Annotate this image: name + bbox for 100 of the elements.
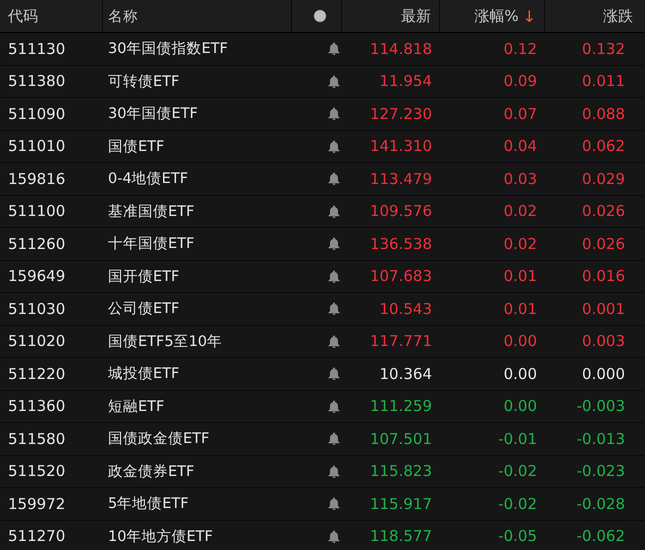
table-cell-text: 政金债券ETF: [107, 462, 196, 481]
table-cell-text: 国债政金债ETF: [107, 430, 210, 448]
table-cell-text: 113.479: [368, 170, 433, 188]
bell-icon[interactable]: [328, 172, 340, 186]
table-cell-text: 5年地债ETF: [107, 495, 190, 514]
table-row[interactable]: 511090 30年国债ETF 127.230 0.07 0.088: [0, 98, 645, 130]
table-row[interactable]: 511020 国债ETF5至10年 117.771 0.00 0.003: [0, 326, 645, 358]
table-cell-text: 107.501: [368, 430, 433, 448]
table-row[interactable]: 511580 国债政金债ETF 107.501 -0.01 -0.013: [0, 423, 645, 456]
table-cell-text: 511580: [7, 430, 66, 448]
table-cell-text: 511090: [7, 104, 66, 123]
bell-icon[interactable]: [328, 204, 340, 218]
table-cell-text: -0.02: [497, 494, 538, 513]
table-row[interactable]: 511130 30年国债指数ETF 114.818 0.12 0.132: [0, 33, 645, 66]
table-cell-text: 0.04: [502, 137, 538, 156]
bell-icon[interactable]: [328, 140, 340, 153]
table-row[interactable]: 159649 国开债ETF 107.683 0.01 0.016: [0, 260, 645, 293]
table-row[interactable]: 159816 0-4地债ETF 113.479 0.03 0.029: [0, 163, 645, 196]
table-cell-text: -0.02: [497, 462, 538, 480]
table-row[interactable]: 159972 5年地债ETF 115.917 -0.02 -0.028: [0, 488, 645, 520]
table-cell-text: -0.013: [576, 430, 626, 448]
table-cell-text: -0.01: [497, 430, 538, 448]
table-cell-text: 0.12: [502, 40, 538, 58]
table-row[interactable]: 511270 10年地方债ETF 118.577 -0.05 -0.062: [0, 520, 645, 550]
table-cell-text: 公司债ETF: [107, 300, 180, 318]
table-cell-text: 159816: [7, 170, 66, 188]
table-row[interactable]: 511220 城投债ETF 10.364 0.00 0.000: [0, 358, 645, 390]
table-cell-text: 30年国债指数ETF: [107, 40, 229, 58]
table-cell-text: 141.310: [368, 137, 433, 156]
table-cell-text: 111.259: [368, 397, 433, 416]
table-cell-text: 国债ETF5至10年: [107, 332, 224, 351]
table-cell-text: -0.062: [576, 527, 626, 546]
table-cell-text: 0.00: [502, 364, 538, 383]
table-cell-text: 511130: [7, 40, 66, 58]
bell-icon[interactable]: [328, 237, 340, 250]
bell-icon[interactable]: [328, 74, 340, 88]
table-cell-text: -0.023: [576, 462, 626, 480]
table-cell-text: 159649: [7, 267, 66, 286]
table-row[interactable]: 511380 可转债ETF 11.954 0.09 0.011: [0, 66, 645, 98]
sort-arrow-icon: ↓: [522, 6, 536, 26]
table-cell-text: -0.003: [576, 397, 626, 416]
table-row[interactable]: 511030 公司债ETF 10.543 0.01 0.001: [0, 293, 645, 326]
table-cell-text: 11.954: [378, 72, 433, 90]
table-cell-text: 0.09: [502, 72, 538, 90]
bell-icon[interactable]: [328, 432, 340, 446]
table-cell-text: 127.230: [368, 104, 433, 123]
table-cell-text: 159972: [7, 494, 66, 513]
bell-icon[interactable]: [328, 367, 340, 380]
column-header[interactable]: 最新: [342, 0, 440, 32]
table-cell-text: 107.683: [368, 267, 433, 286]
column-header[interactable]: 涨幅% ↓: [440, 0, 545, 32]
table-cell-text: 118.577: [368, 527, 433, 546]
table-cell-text: 0.088: [581, 104, 626, 123]
table-cell-text: 0.01: [502, 267, 538, 286]
table-cell-text: 511100: [7, 202, 66, 220]
column-header[interactable]: 涨跌: [545, 0, 645, 32]
table-cell-text: 109.576: [368, 202, 433, 220]
table-cell-text: 0.062: [581, 137, 626, 156]
table-cell-text: 0.132: [581, 40, 626, 58]
bell-icon[interactable]: [328, 107, 340, 120]
bell-icon[interactable]: [328, 464, 340, 478]
table-cell-text: 511220: [7, 364, 66, 383]
table-row[interactable]: 511260 十年国债ETF 136.538 0.02 0.026: [0, 228, 645, 260]
table-row[interactable]: 511520 政金债券ETF 115.823 -0.02 -0.023: [0, 456, 645, 488]
table-cell-text: 10.364: [378, 364, 433, 383]
table-cell-text: 0.000: [581, 364, 626, 383]
bell-icon[interactable]: [328, 497, 340, 510]
table-cell-text: 511030: [7, 300, 66, 318]
table-cell-text: -0.028: [576, 494, 626, 513]
bell-icon[interactable]: [328, 530, 340, 543]
table-cell-text: 511360: [7, 397, 66, 416]
bell-icon[interactable]: [328, 270, 340, 283]
table-cell-text: 0.02: [502, 234, 538, 253]
table-cell-text: 114.818: [368, 40, 433, 58]
bell-icon[interactable]: [328, 334, 340, 348]
bell-icon[interactable]: [328, 42, 340, 56]
table-cell-text: 0.026: [581, 202, 626, 220]
table-cell-text: 117.771: [368, 332, 433, 350]
table-cell-text: 0.02: [502, 202, 538, 220]
table-row[interactable]: 511360 短融ETF 111.259 0.00 -0.003: [0, 390, 645, 423]
table-cell-text: 0.00: [502, 332, 538, 350]
table-cell-text: 十年国债ETF: [107, 235, 196, 254]
table-cell-text: 国开债ETF: [107, 268, 180, 286]
table-cell-text: 0.011: [581, 72, 626, 90]
table-cell-text: 0.001: [581, 300, 626, 318]
table-cell-text: 136.538: [368, 234, 433, 253]
table-row[interactable]: 511010 国债ETF 141.310 0.04 0.062: [0, 130, 645, 163]
table-cell-text: 0.00: [502, 397, 538, 416]
column-header[interactable]: 代码: [0, 0, 103, 32]
table-cell-text: 511270: [7, 527, 66, 546]
bell-icon[interactable]: [328, 400, 340, 413]
table-cell-text: 短融ETF: [107, 398, 166, 416]
table-cell-text: 511020: [7, 332, 66, 350]
table-cell-text: 0.01: [502, 300, 538, 318]
table-row[interactable]: 511100 基准国债ETF 109.576 0.02 0.026: [0, 196, 645, 228]
table-cell-text: 0.026: [581, 234, 626, 253]
table-cell-text: 511380: [7, 72, 66, 90]
table-cell-text: 511520: [7, 462, 66, 480]
column-header[interactable]: 名称: [103, 0, 292, 32]
bell-icon[interactable]: [328, 302, 340, 316]
